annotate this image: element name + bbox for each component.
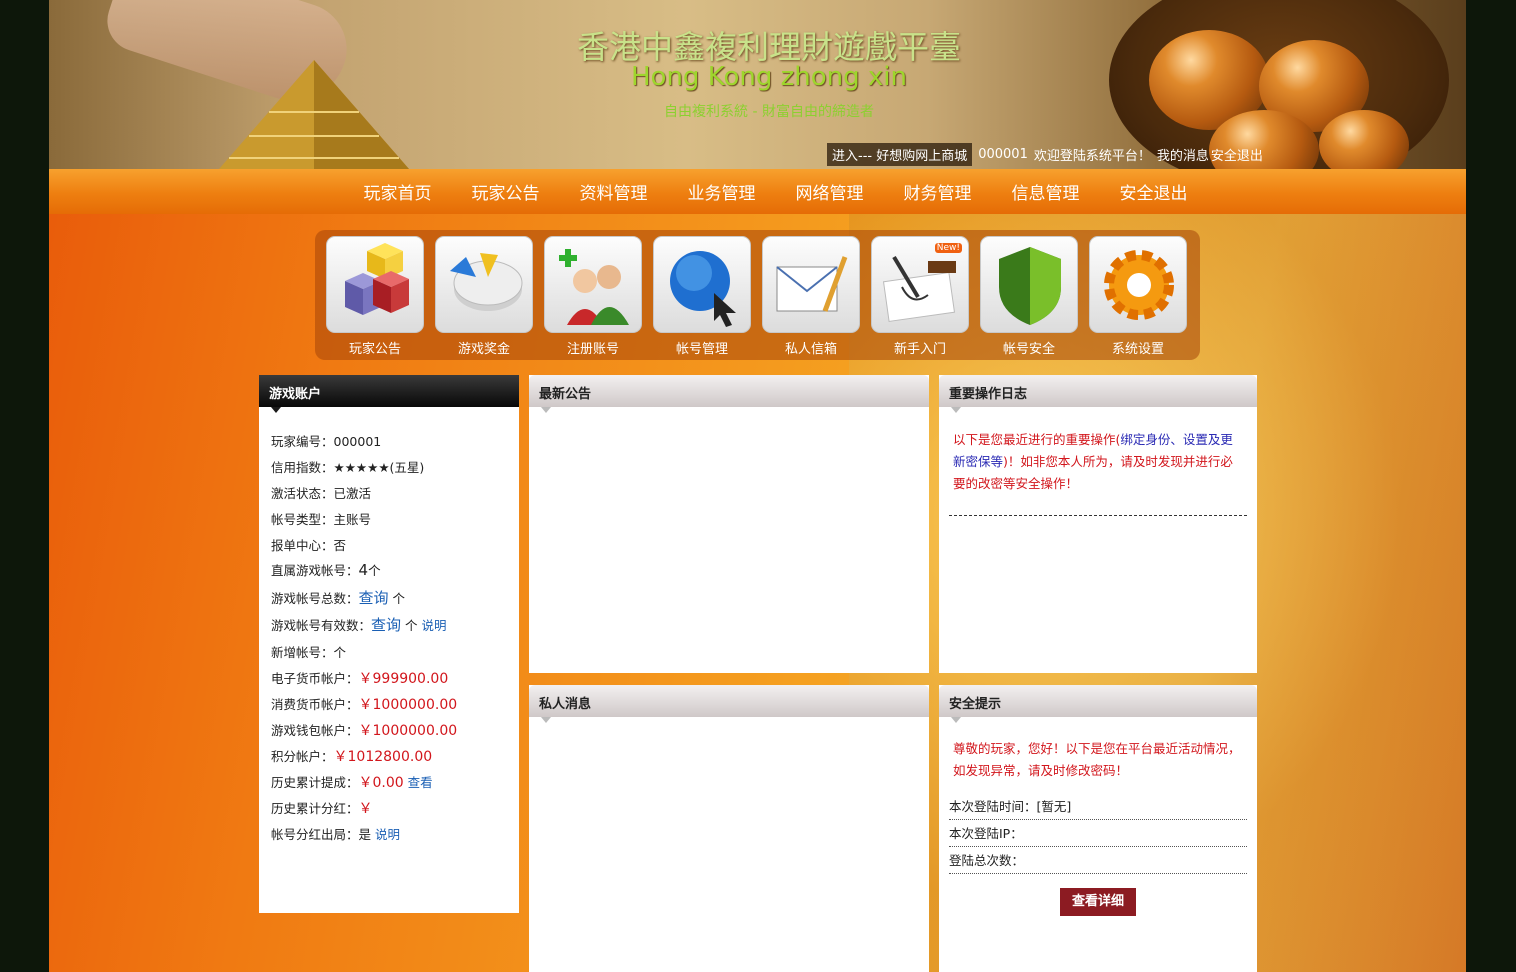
wallet-row: 游戏钱包帐户：￥1000000.00 — [271, 723, 458, 739]
total-accounts-row: 游戏帐号总数：查询 个 — [271, 589, 406, 607]
tile-register[interactable]: 注册账号 — [544, 236, 642, 357]
enter-mall-link[interactable]: 进入--- 好想购网上商城 — [827, 142, 973, 166]
credit-row: 信用指数：★★★★★(五星) — [271, 460, 425, 475]
oplog-panel: 重要操作日志 以下是您最近进行的重要操作(绑定身份、设置及更新密保等)！如非您本… — [939, 375, 1257, 673]
new-accounts-row: 新增帐号：个 — [271, 645, 347, 660]
nav-business[interactable]: 业务管理 — [688, 179, 756, 204]
nav-logout[interactable]: 安全退出 — [1120, 179, 1188, 204]
divider — [949, 515, 1247, 516]
center-row: 报单中心：否 — [271, 538, 347, 553]
tile-announcements[interactable]: 玩家公告 — [326, 236, 424, 357]
tile-account-manage[interactable]: 帐号管理 — [653, 236, 751, 357]
exit-row: 帐号分红出局：是 说明 — [271, 827, 401, 842]
pie-chart-icon — [450, 253, 523, 311]
tile-label: 新手入门 — [893, 342, 946, 357]
welcome-text: 欢迎登陆系统平台！ — [1033, 148, 1151, 164]
notices-panel: 最新公告 — [529, 375, 929, 673]
nav-info[interactable]: 信息管理 — [1012, 179, 1080, 204]
add-user-icon — [559, 249, 629, 325]
top-status-bar: 进入--- 好想购网上商城 000001 欢迎登陆系统平台！ 我的消息 安全退出 — [827, 142, 1263, 166]
messages-panel-title: 私人消息 — [529, 685, 929, 723]
security-panel: 安全提示 尊敬的玩家，您好！以下是您在平台最近活动情况，如发现异常，请及时修改密… — [939, 685, 1257, 972]
notices-panel-title: 最新公告 — [529, 375, 929, 413]
page: 香港中鑫複利理財遊戲平臺 Hong Kong zhong xin 自由複利系統 … — [49, 0, 1466, 972]
shield-icon — [999, 247, 1061, 325]
site-subtitle: Hong Kong zhong xin — [631, 62, 907, 92]
total-query-link[interactable]: 查询 — [359, 589, 389, 607]
status-row: 激活状态：已激活 — [271, 486, 372, 501]
globe-icon — [670, 251, 736, 327]
top-logout-link[interactable]: 安全退出 — [1211, 145, 1263, 164]
username: 000001 — [978, 146, 1028, 162]
tile-game-bonus[interactable]: 游戏奖金 — [435, 236, 533, 357]
exit-note-link[interactable]: 说明 — [375, 827, 400, 842]
quick-icon-tray: 玩家公告 游戏奖金 注册账号 帐号管理 私人信箱 New! 新手入门 帐号安全 … — [315, 230, 1200, 360]
dividend-row: 历史累计分红：￥ — [271, 801, 373, 817]
my-messages-link[interactable]: 我的消息 — [1157, 145, 1209, 164]
gear-icon — [1104, 250, 1174, 320]
valid-accounts-row: 游戏帐号有效数：查询 个 说明 — [271, 616, 447, 634]
tile-label: 玩家公告 — [348, 342, 401, 357]
login-ip-row: 本次登陆IP： — [949, 823, 1247, 847]
envelope-icon — [776, 256, 848, 312]
account-panel-title: 游戏账户 — [259, 375, 519, 413]
tile-account-security[interactable]: 帐号安全 — [980, 236, 1078, 357]
tile-private-mailbox[interactable]: 私人信箱 — [762, 236, 860, 357]
tile-beginner-guide[interactable]: New! 新手入门 — [871, 236, 969, 357]
tile-label: 私人信箱 — [784, 342, 837, 357]
tile-label: 帐号安全 — [1002, 342, 1055, 357]
ecash-row: 电子货币帐户：￥999900.00 — [271, 671, 449, 687]
player-id-row: 玩家编号：000001 — [271, 434, 382, 449]
tile-system-settings[interactable]: 系统设置 — [1089, 236, 1187, 357]
site-slogan: 自由複利系統 - 財富自由的締造者 — [664, 104, 874, 120]
direct-accounts-row: 直属游戏帐号：4个 — [271, 561, 381, 579]
cubes-icon — [345, 243, 409, 315]
view-details-button[interactable]: 查看详细 — [1060, 888, 1136, 916]
type-row: 帐号类型：主账号 — [271, 512, 372, 527]
account-panel: 游戏账户 玩家编号：000001 信用指数：★★★★★(五星) 激活状态：已激活… — [259, 375, 519, 913]
oplog-notice: 以下是您最近进行的重要操作(绑定身份、设置及更新密保等)！如非您本人所为，请及时… — [953, 432, 1233, 491]
consume-row: 消费货币帐户：￥1000000.00 — [271, 697, 458, 713]
login-time-row: 本次登陆时间：[暂无] — [949, 796, 1247, 820]
main-nav: 玩家首页 玩家公告 资料管理 业务管理 网络管理 财务管理 信息管理 安全退出 — [49, 169, 1466, 214]
nav-home[interactable]: 玩家首页 — [364, 179, 432, 204]
withdraw-row: 历史累计提成：￥0.00 查看 — [271, 775, 433, 791]
points-row: 积分帐户：￥1012800.00 — [271, 749, 433, 765]
tile-label: 帐号管理 — [675, 342, 728, 357]
tile-label: 游戏奖金 — [457, 342, 510, 357]
security-message: 尊敬的玩家，您好！以下是您在平台最近活动情况，如发现异常，请及时修改密码！ — [953, 741, 1241, 778]
header-banner: 香港中鑫複利理財遊戲平臺 Hong Kong zhong xin 自由複利系統 … — [49, 0, 1466, 169]
nav-announcements[interactable]: 玩家公告 — [472, 179, 540, 204]
withdraw-view-link[interactable]: 查看 — [408, 775, 433, 790]
tile-label: 系统设置 — [1111, 342, 1164, 357]
tile-label: 注册账号 — [566, 342, 619, 357]
nav-finance[interactable]: 财务管理 — [904, 179, 972, 204]
login-count-row: 登陆总次数： — [949, 850, 1247, 874]
valid-note-link[interactable]: 说明 — [422, 618, 447, 633]
oplog-panel-title: 重要操作日志 — [939, 375, 1257, 413]
nav-network[interactable]: 网络管理 — [796, 179, 864, 204]
valid-query-link[interactable]: 查询 — [371, 616, 401, 634]
security-panel-title: 安全提示 — [939, 685, 1257, 723]
messages-panel: 私人消息 — [529, 685, 929, 972]
new-badge: New! — [934, 243, 962, 253]
nav-profile[interactable]: 资料管理 — [580, 179, 648, 204]
